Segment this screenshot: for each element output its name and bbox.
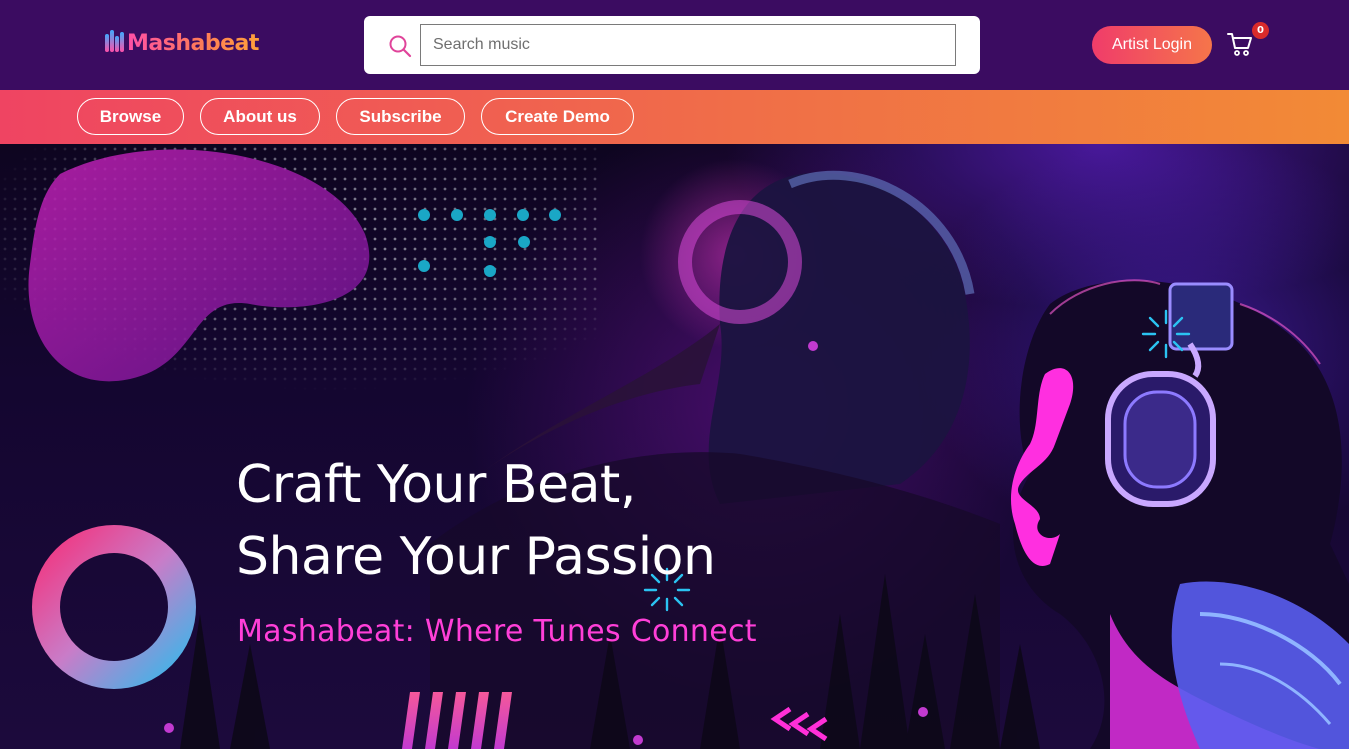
logo-icon <box>105 30 124 52</box>
hero-banner: Craft Your Beat, Share Your Passion Mash… <box>0 144 1349 749</box>
site-header: Mashabeat Artist Login 0 <box>0 0 1349 90</box>
logo-text: Mashabeat <box>127 30 259 56</box>
nav-about-us[interactable]: About us <box>200 98 320 135</box>
search-bar <box>364 16 980 74</box>
nav-create-demo[interactable]: Create Demo <box>481 98 634 135</box>
gradient-ring-decoration <box>32 525 196 689</box>
search-icon[interactable] <box>388 34 412 58</box>
search-input[interactable] <box>420 24 956 66</box>
nav-subscribe[interactable]: Subscribe <box>336 98 465 135</box>
artist-login-button[interactable]: Artist Login <box>1092 26 1212 64</box>
cart-icon[interactable] <box>1226 30 1254 58</box>
main-nav: Browse About us Subscribe Create Demo <box>0 90 1349 144</box>
nav-browse[interactable]: Browse <box>77 98 184 135</box>
cart-count-badge: 0 <box>1252 22 1269 39</box>
hero-title-line-1: Craft Your Beat, <box>236 455 636 515</box>
logo[interactable]: Mashabeat <box>105 28 259 58</box>
hero-illustration <box>0 144 1349 749</box>
man-with-headphones <box>1010 279 1349 749</box>
hero-title-line-2: Share Your Passion <box>236 527 716 587</box>
hero-title: Craft Your Beat, Share Your Passion <box>236 449 716 593</box>
hero-subtitle: Mashabeat: Where Tunes Connect <box>237 614 757 649</box>
